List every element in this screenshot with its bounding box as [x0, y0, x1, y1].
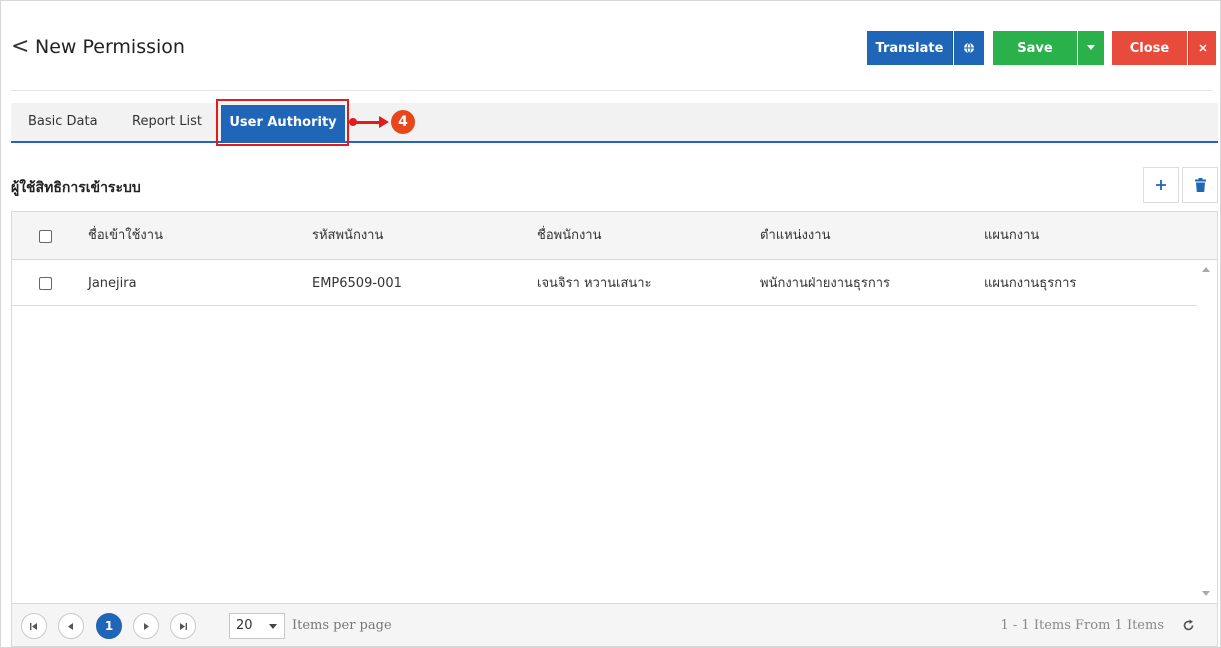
tab-report-list[interactable]: Report List [132, 103, 202, 141]
annotation-arrow-line [351, 121, 381, 124]
column-header-employee-code[interactable]: รหัสพนักงาน [312, 212, 383, 260]
prev-page-icon [68, 622, 73, 630]
page-title: New Permission [35, 36, 185, 58]
last-page-button[interactable] [170, 613, 196, 639]
plus-icon [1156, 180, 1166, 190]
step-badge: 4 [391, 110, 415, 134]
save-button[interactable]: Save [993, 31, 1077, 65]
tab-user-authority[interactable]: User Authority [221, 105, 345, 141]
globe-icon [964, 42, 974, 54]
prev-page-button[interactable] [58, 613, 84, 639]
column-header-employee-name[interactable]: ชื่อพนักงาน [537, 212, 602, 260]
close-icon [1198, 44, 1207, 52]
tab-basic-data[interactable]: Basic Data [28, 103, 98, 141]
items-info: 1 - 1 Items From 1 Items [1000, 618, 1165, 633]
cell-username: Janejira [88, 276, 137, 291]
save-dropdown-button[interactable] [1078, 31, 1104, 65]
section-title: ผู้ใช้สิทธิการเข้าระบบ [11, 180, 141, 196]
window-frame: < New Permission Translate Save Close Ba… [0, 0, 1221, 648]
translate-globe-button[interactable] [954, 31, 984, 65]
user-grid: ชื่อเข้าใช้งาน รหัสพนักงาน ชื่อพนักงาน ต… [11, 211, 1218, 647]
cell-position: พนักงานฝ่ายงานธุรการ [760, 276, 890, 291]
select-all-checkbox[interactable] [39, 230, 52, 243]
page-size-value: 20 [236, 618, 253, 633]
next-page-icon [144, 622, 149, 630]
first-page-button[interactable] [21, 613, 47, 639]
scroll-down-arrow-icon[interactable] [1202, 591, 1210, 596]
next-page-button[interactable] [133, 613, 159, 639]
translate-button[interactable]: Translate [867, 31, 953, 65]
caret-down-icon [1087, 45, 1095, 50]
delete-button[interactable] [1182, 167, 1218, 203]
row-checkbox[interactable] [39, 277, 52, 290]
grid-scrollbar[interactable] [1197, 261, 1217, 605]
page-header: < New Permission Translate Save Close [1, 1, 1221, 91]
cell-employee-name: เจนจิรา หวานเสนาะ [537, 276, 652, 291]
close-button[interactable]: Close [1112, 31, 1187, 65]
page-button-current[interactable]: 1 [96, 613, 122, 639]
page-size-select[interactable]: 20 [229, 613, 285, 639]
table-row[interactable]: Janejira EMP6509-001 เจนจิรา หวานเสนาะ พ… [12, 261, 1197, 306]
caret-down-icon [269, 624, 277, 629]
add-button[interactable] [1143, 167, 1179, 203]
trash-icon [1194, 178, 1206, 192]
grid-header: ชื่อเข้าใช้งาน รหัสพนักงาน ชื่อพนักงาน ต… [12, 212, 1217, 260]
last-page-icon [180, 622, 187, 630]
annotation-arrow-head [379, 116, 389, 128]
column-header-username[interactable]: ชื่อเข้าใช้งาน [88, 212, 163, 260]
pager: 1 20 Items per page 1 - 1 Items From 1 I… [12, 603, 1217, 646]
refresh-icon[interactable] [1182, 604, 1195, 647]
back-chevron-icon[interactable]: < [11, 33, 29, 61]
header-divider [11, 90, 1212, 91]
items-per-page-label: Items per page [292, 618, 392, 633]
tab-bar: Basic Data Report List User Authority [11, 103, 1218, 143]
close-x-button[interactable] [1188, 31, 1216, 65]
scroll-up-arrow-icon[interactable] [1202, 267, 1210, 272]
cell-employee-code: EMP6509-001 [312, 276, 402, 291]
column-header-department[interactable]: แผนกงาน [984, 212, 1039, 260]
first-page-icon [30, 622, 37, 630]
cell-department: แผนกงานธุรการ [984, 276, 1077, 291]
column-header-position[interactable]: ตำแหน่งงาน [760, 212, 830, 260]
